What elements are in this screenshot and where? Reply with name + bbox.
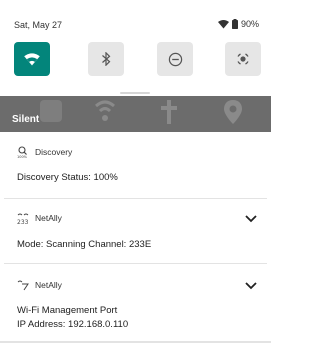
wifi-tile[interactable] [14,42,50,76]
battery-icon [231,19,238,29]
notification-app-name: Discovery [35,147,73,157]
notification-discovery[interactable]: 100% Discovery Discovery Status: 100% [4,133,267,197]
chevron-down-icon[interactable] [245,215,257,223]
notification-header: 100% Discovery [17,146,72,158]
notification-app-name: NetAlly [35,280,62,290]
status-date: Sat, May 27 [14,20,63,30]
notification-management-port[interactable]: NetAlly Wi-Fi Management Port IP Address… [4,263,267,342]
notification-title: Discovery Status: 100% [17,172,118,183]
battery-percent: 90% [240,19,259,29]
status-icons: 90% [217,19,259,29]
silent-label: Silent [12,114,40,125]
bluetooth-icon [102,52,111,66]
background-location-icon [224,100,242,124]
do-not-disturb-tile[interactable] [157,42,193,76]
background-settings-icon [161,100,177,124]
netally-icon [17,280,29,291]
silent-section-header: Silent [0,96,271,132]
panel-drag-handle[interactable] [120,92,150,94]
quick-settings-panel: Sat, May 27 90% [0,0,271,96]
do-not-disturb-icon [168,52,182,66]
notification-app-name: NetAlly [35,213,62,223]
channel-icon: 233 [17,213,29,224]
notification-subtitle: IP Address: 192.168.0.110 [17,319,129,330]
background-wifi-icon [95,100,115,121]
quick-settings-tiles [14,42,261,78]
wifi-icon [24,52,40,65]
location-tile[interactable] [225,42,261,76]
notification-header: 233 NetAlly [17,212,62,224]
svg-text:100%: 100% [17,155,28,158]
notification-title: Mode: Scanning Channel: 233E [17,239,152,250]
svg-text:233: 233 [17,219,29,224]
discovery-icon: 100% [17,146,28,158]
chevron-down-icon[interactable] [245,282,257,290]
notification-channel[interactable]: 233 NetAlly Mode: Scanning Channel: 233E [4,198,267,263]
background-app-icon [40,100,62,122]
bluetooth-tile[interactable] [88,42,124,76]
notification-header: NetAlly [17,279,62,291]
notification-title: Wi-Fi Management Port [17,305,118,316]
wifi-status-icon [217,19,229,28]
location-icon [237,53,249,65]
